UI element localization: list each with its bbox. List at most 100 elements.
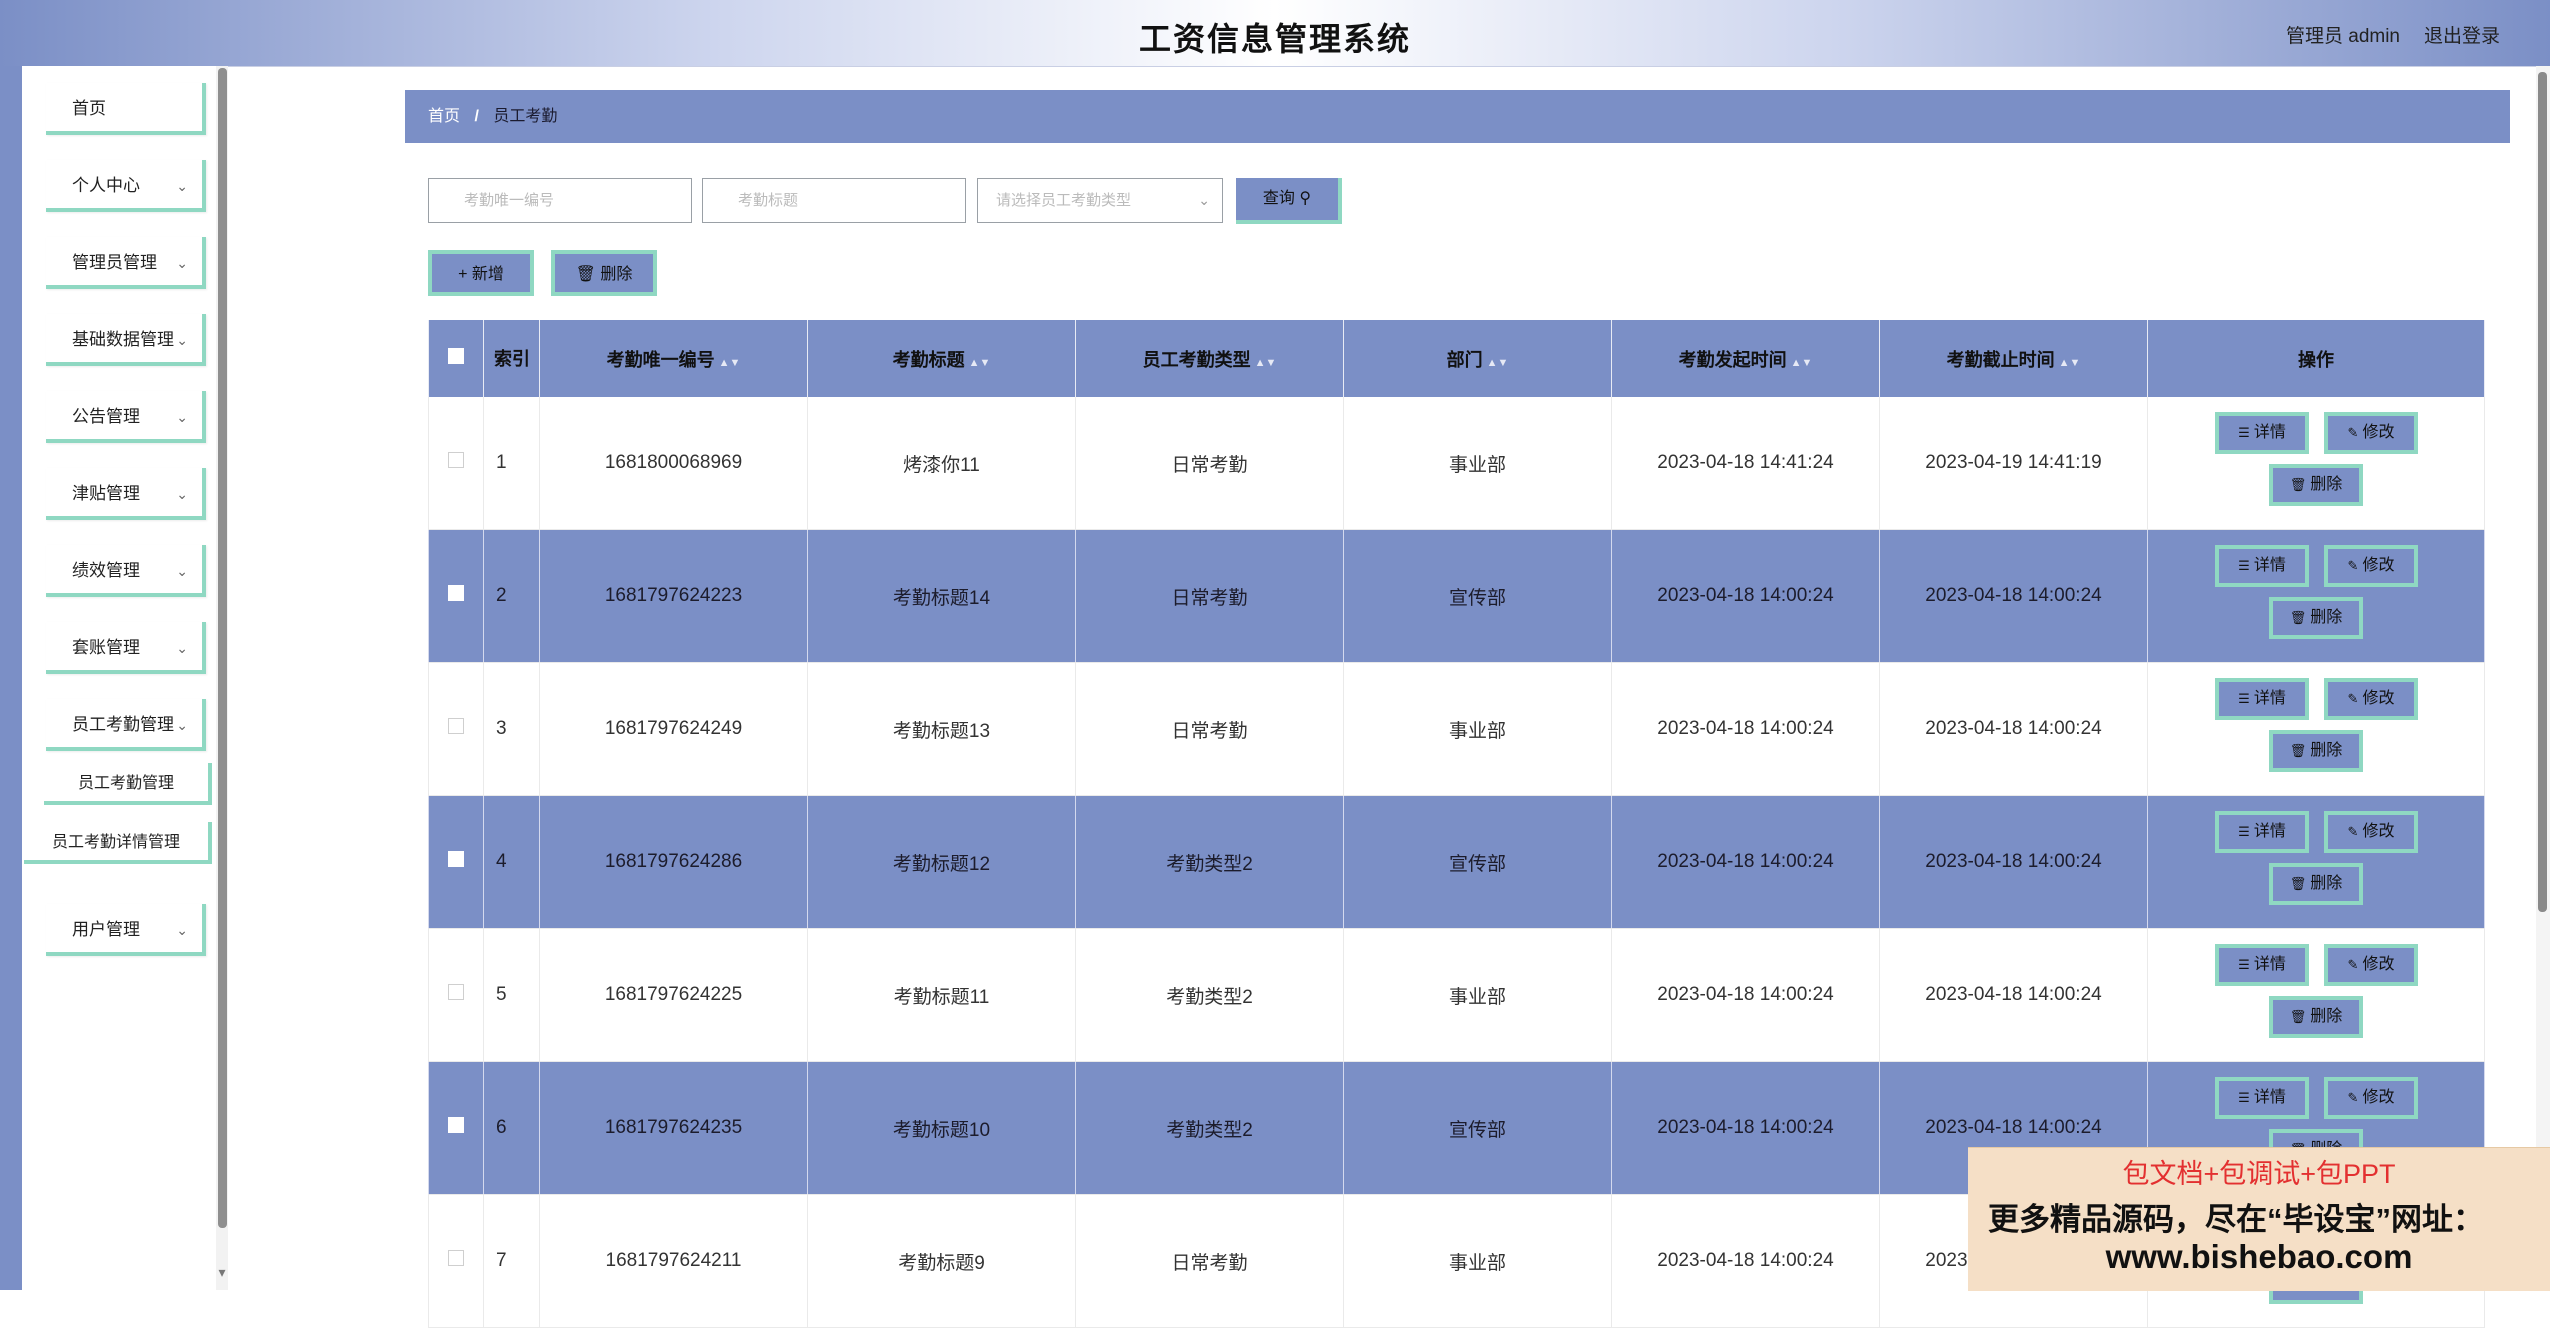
row-checkbox[interactable] (448, 718, 464, 734)
cell-department: 事业部 (1343, 397, 1612, 530)
select-all-checkbox[interactable] (448, 348, 464, 364)
delete-button[interactable]: 🗑删除 (2269, 597, 2363, 639)
col-attendance-id[interactable]: 考勤唯一编号 ▲▼ (539, 320, 808, 397)
edit-button[interactable]: ✎修改 (2324, 545, 2418, 587)
batch-delete-button[interactable]: 🗑 删除 (551, 250, 657, 296)
cell-operations: ☰详情 ✎修改 🗑删除 (2147, 662, 2485, 796)
detail-button[interactable]: ☰详情 (2215, 412, 2309, 454)
edit-button[interactable]: ✎修改 (2324, 944, 2418, 986)
detail-button[interactable]: ☰详情 (2215, 545, 2309, 587)
cell-attendance-type: 日常考勤 (1075, 397, 1344, 530)
submenu-item-attendance[interactable]: 员工考勤管理 (44, 763, 212, 805)
cell-department: 事业部 (1343, 1194, 1612, 1328)
col-start-time[interactable]: 考勤发起时间 ▲▼ (1611, 320, 1880, 397)
col-end-time[interactable]: 考勤截止时间 ▲▼ (1879, 320, 2148, 397)
row-select-cell[interactable] (428, 1061, 484, 1195)
logout-link[interactable]: 退出登录 (2424, 21, 2500, 48)
op-button-label: 详情 (2253, 557, 2286, 574)
attendance-title-placeholder: 考勤标题 (738, 192, 799, 209)
sidebar-item-announcements[interactable]: 公告管理 ⌄ (46, 391, 206, 443)
cell-attendance-title: 烤漆你11 (807, 397, 1076, 530)
promo-line-2: 更多精品源码，尽在“毕设宝”网址： (1988, 1202, 2484, 1237)
page-scrollbar-thumb[interactable] (2538, 72, 2547, 912)
row-checkbox[interactable] (448, 1250, 464, 1266)
row-actions: ☰详情 ✎修改 🗑删除 (2149, 797, 2483, 927)
sidebar-item-personal-center[interactable]: 个人中心 ⌄ (46, 160, 206, 212)
row-checkbox[interactable] (448, 984, 464, 1000)
document-icon: ☰ (2238, 1090, 2250, 1105)
sort-icon[interactable]: ▲▼ (719, 357, 741, 369)
sidebar-item-admin[interactable]: 管理员管理 ⌄ (46, 237, 206, 289)
add-button[interactable]: + 新增 (428, 250, 534, 296)
sidebar-item-performance[interactable]: 绩效管理 ⌄ (46, 545, 206, 597)
document-icon: ☰ (2238, 691, 2250, 706)
cell-attendance-type: 日常考勤 (1075, 529, 1344, 663)
sidebar-item-label: 个人中心 (72, 176, 140, 195)
select-all-cell[interactable] (428, 320, 484, 397)
row-checkbox[interactable] (448, 452, 464, 468)
attendance-type-select[interactable]: 请选择员工考勤类型 ⌄ (977, 178, 1223, 223)
cell-start-time: 2023-04-18 14:41:24 (1611, 397, 1880, 530)
scroll-down-arrow-icon[interactable]: ▾ (216, 1262, 228, 1282)
row-actions: ☰详情 ✎修改 🗑删除 (2149, 531, 2483, 661)
detail-button[interactable]: ☰详情 (2215, 944, 2309, 986)
table-header-row: 索引 考勤唯一编号 ▲▼ 考勤标题 ▲▼ 员工考勤类型 ▲▼ 部门 ▲▼ 考勤发起时间 ▲… (428, 320, 2485, 397)
search-button[interactable]: 查询 ⚲ (1236, 178, 1342, 224)
delete-button[interactable]: 🗑删除 (2269, 863, 2363, 905)
delete-button[interactable]: 🗑删除 (2269, 464, 2363, 506)
attendance-id-input[interactable]: 考勤唯一编号 (428, 178, 692, 223)
cell-end-time: 2023-04-18 14:00:24 (1879, 529, 2148, 663)
col-department[interactable]: 部门 ▲▼ (1343, 320, 1612, 397)
row-select-cell[interactable] (428, 1194, 484, 1328)
cell-start-time: 2023-04-18 14:00:24 (1611, 795, 1880, 929)
row-select-cell[interactable] (428, 928, 484, 1062)
breadcrumb-home[interactable]: 首页 (428, 108, 460, 125)
col-label: 考勤唯一编号 (606, 349, 715, 370)
sidebar-item-attendance[interactable]: 员工考勤管理 ⌄ (46, 699, 206, 751)
row-checkbox[interactable] (448, 851, 464, 867)
sort-icon[interactable]: ▲▼ (1791, 357, 1813, 369)
sidebar-item-home[interactable]: 首页 (46, 83, 206, 135)
sort-icon[interactable]: ▲▼ (969, 357, 991, 369)
sidebar-item-base-data[interactable]: 基础数据管理 ⌄ (46, 314, 206, 366)
row-checkbox[interactable] (448, 585, 464, 601)
search-button-label: 查询 (1262, 190, 1295, 207)
sidebar-item-accounts[interactable]: 套账管理 ⌄ (46, 622, 206, 674)
submenu-item-attendance-detail[interactable]: 员工考勤详情管理 (24, 822, 212, 864)
cell-attendance-id: 1681797624235 (539, 1061, 808, 1195)
row-select-cell[interactable] (428, 397, 484, 530)
edit-button[interactable]: ✎修改 (2324, 412, 2418, 454)
chevron-down-icon: ⌄ (176, 255, 188, 271)
chevron-down-icon: ⌄ (176, 640, 188, 656)
col-attendance-title[interactable]: 考勤标题 ▲▼ (807, 320, 1076, 397)
sidebar-item-allowance[interactable]: 津贴管理 ⌄ (46, 468, 206, 520)
row-select-cell[interactable] (428, 529, 484, 663)
detail-button[interactable]: ☰详情 (2215, 678, 2309, 720)
chevron-down-icon: ⌄ (176, 486, 188, 502)
promo-banner: 包文档+包调试+包PPT 更多精品源码，尽在“毕设宝”网址： www.bishe… (1968, 1147, 2550, 1291)
row-select-cell[interactable] (428, 662, 484, 796)
delete-button[interactable]: 🗑删除 (2269, 996, 2363, 1038)
op-button-label: 删除 (2310, 742, 2343, 759)
detail-button[interactable]: ☰详情 (2215, 1077, 2309, 1119)
row-select-cell[interactable] (428, 795, 484, 929)
promo-line-1: 包文档+包调试+包PPT (2122, 1159, 2396, 1189)
sort-icon[interactable]: ▲▼ (1255, 357, 1277, 369)
edit-button[interactable]: ✎修改 (2324, 1077, 2418, 1119)
edit-button[interactable]: ✎修改 (2324, 811, 2418, 853)
sidebar-item-users[interactable]: 用户管理 ⌄ (46, 904, 206, 956)
row-checkbox[interactable] (448, 1117, 464, 1133)
attendance-title-input[interactable]: 考勤标题 (702, 178, 966, 223)
edit-button[interactable]: ✎修改 (2324, 678, 2418, 720)
op-button-label: 详情 (2253, 823, 2286, 840)
sort-icon[interactable]: ▲▼ (1487, 357, 1509, 369)
chevron-down-icon: ⌄ (176, 717, 188, 733)
trash-icon: 🗑 (2289, 876, 2307, 891)
sidebar-scrollbar-thumb[interactable] (218, 68, 227, 1228)
detail-button[interactable]: ☰详情 (2215, 811, 2309, 853)
col-attendance-type[interactable]: 员工考勤类型 ▲▼ (1075, 320, 1344, 397)
cell-attendance-type: 日常考勤 (1075, 1194, 1344, 1328)
sort-icon[interactable]: ▲▼ (2059, 357, 2081, 369)
op-button-label: 详情 (2253, 690, 2286, 707)
delete-button[interactable]: 🗑删除 (2269, 730, 2363, 772)
